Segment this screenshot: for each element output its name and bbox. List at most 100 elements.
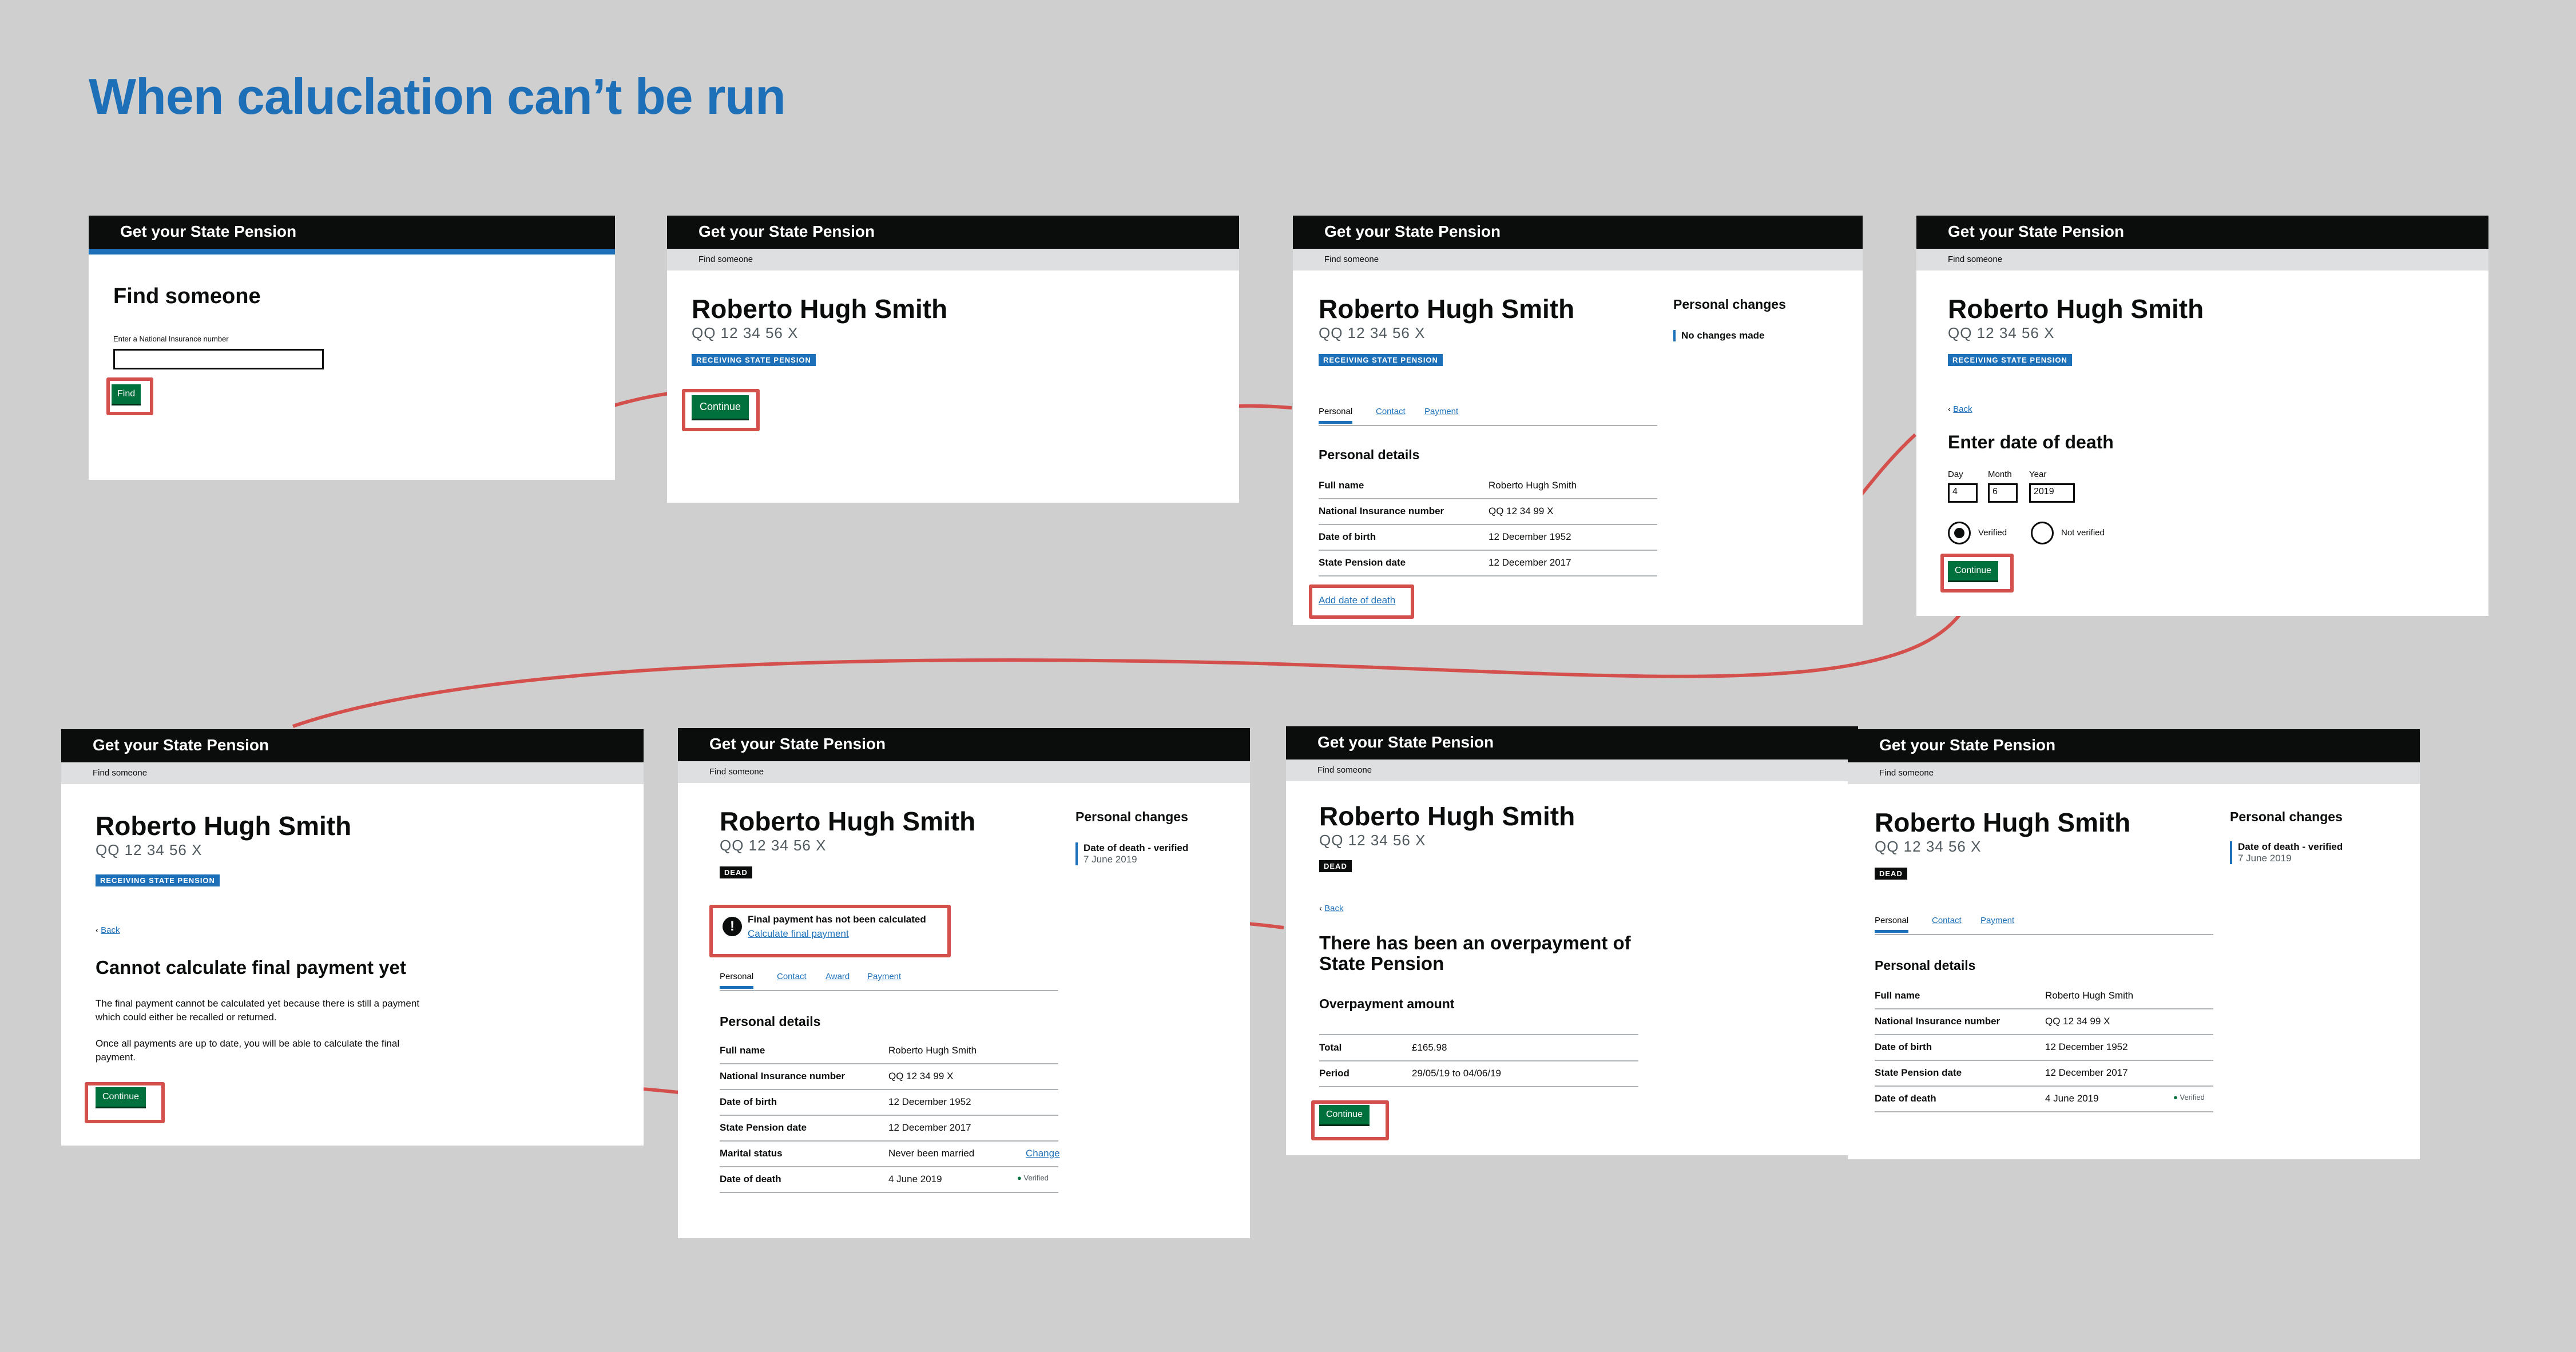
highlight-continue bbox=[682, 389, 760, 431]
breadcrumb: Find someone bbox=[61, 762, 644, 784]
month-input[interactable]: 6 bbox=[1988, 483, 2018, 503]
tab-contact[interactable]: Contact bbox=[1376, 407, 1406, 416]
person-nino: QQ 12 34 56 X bbox=[1319, 832, 1426, 849]
tab-bar: Personal Contact Award Payment bbox=[720, 968, 1058, 991]
highlight-continue bbox=[1311, 1100, 1389, 1140]
changes-timeline: Date of death - verified 7 June 2019 bbox=[2230, 841, 2343, 864]
highlight-warning bbox=[709, 905, 951, 957]
screen-person-overview: Get your State Pension Find someone Robe… bbox=[667, 216, 1239, 503]
status-badge: DEAD bbox=[1319, 860, 1352, 872]
year-input[interactable]: 2019 bbox=[2029, 483, 2075, 503]
person-name: Roberto Hugh Smith bbox=[692, 294, 948, 324]
table-row: State Pension date 12 December 2017 bbox=[720, 1115, 1058, 1142]
para2-line2: payment. bbox=[96, 1052, 136, 1063]
table-row: Date of death 4 June 2019 ● Verified bbox=[720, 1167, 1058, 1193]
highlight-find bbox=[106, 377, 153, 415]
year-label: Year bbox=[2029, 470, 2047, 479]
para2-line1: Once all payments are up to date, you wi… bbox=[96, 1038, 400, 1049]
table-row: Date of birth 12 December 1952 bbox=[720, 1089, 1058, 1116]
tab-payment[interactable]: Payment bbox=[867, 972, 901, 981]
service-header: Get your State Pension bbox=[1293, 216, 1863, 249]
tab-award[interactable]: Award bbox=[825, 972, 850, 981]
tab-contact[interactable]: Contact bbox=[1932, 916, 1962, 925]
screen-overpayment: Get your State Pension Find someone Robe… bbox=[1286, 726, 1858, 1155]
details-heading: Personal details bbox=[720, 1014, 821, 1029]
change-link[interactable]: Change bbox=[1026, 1148, 1060, 1159]
service-header: Get your State Pension bbox=[1848, 729, 2420, 762]
person-name: Roberto Hugh Smith bbox=[720, 806, 976, 836]
check-icon: ● bbox=[2173, 1093, 2178, 1102]
table-row: State Pension date 12 December 2017 bbox=[1319, 550, 1657, 576]
person-nino: QQ 12 34 56 X bbox=[1875, 838, 1982, 855]
details-heading: Personal details bbox=[1875, 958, 1976, 973]
person-nino: QQ 12 34 56 X bbox=[1948, 324, 2055, 341]
para1-line1: The final payment cannot be calculated y… bbox=[96, 998, 420, 1009]
back-link[interactable]: ‹ Back bbox=[1319, 904, 1344, 913]
verified-label: Verified bbox=[1978, 528, 2007, 538]
table-row: National Insurance number QQ 12 34 99 X bbox=[720, 1064, 1058, 1090]
person-nino: QQ 12 34 56 X bbox=[96, 841, 203, 858]
service-header: Get your State Pension bbox=[61, 729, 644, 762]
tab-personal[interactable]: Personal bbox=[720, 972, 754, 989]
table-row: Marital status Never been married Change bbox=[720, 1141, 1060, 1167]
breadcrumb: Find someone bbox=[1916, 249, 2488, 271]
person-name: Roberto Hugh Smith bbox=[1875, 808, 2131, 837]
person-nino: QQ 12 34 56 X bbox=[720, 837, 827, 854]
tab-payment[interactable]: Payment bbox=[1424, 407, 1458, 416]
highlight-add-death bbox=[1309, 584, 1414, 619]
screen-find-someone: Get your State Pension Find someone Ente… bbox=[89, 216, 615, 480]
tab-contact[interactable]: Contact bbox=[777, 972, 807, 981]
changes-heading: Personal changes bbox=[1075, 809, 1188, 824]
breadcrumb: Find someone bbox=[667, 249, 1239, 271]
status-badge: RECEIVING STATE PENSION bbox=[96, 874, 220, 886]
breadcrumb: Find someone bbox=[1848, 762, 2420, 784]
status-badge: DEAD bbox=[1875, 868, 1907, 880]
day-label: Day bbox=[1948, 470, 1963, 479]
not-verified-radio[interactable] bbox=[2031, 522, 2054, 544]
day-input[interactable]: 4 bbox=[1948, 483, 1978, 503]
person-name: Roberto Hugh Smith bbox=[96, 811, 352, 841]
table-row: Period 29/05/19 to 04/06/19 bbox=[1319, 1061, 1638, 1087]
tab-payment[interactable]: Payment bbox=[1980, 916, 2014, 925]
status-badge: RECEIVING STATE PENSION bbox=[1948, 354, 2072, 366]
table-row: Full name Roberto Hugh Smith bbox=[720, 1038, 1058, 1064]
nino-label: Enter a National Insurance number bbox=[113, 335, 229, 343]
find-heading: Find someone bbox=[113, 284, 261, 308]
table-row: Date of birth 12 December 1952 bbox=[1875, 1035, 2213, 1061]
overpayment-heading-line2: State Pension bbox=[1319, 953, 1444, 974]
changes-timeline: Date of death - verified 7 June 2019 bbox=[1075, 842, 1188, 865]
verified-radio[interactable] bbox=[1948, 522, 1971, 544]
person-name: Roberto Hugh Smith bbox=[1319, 294, 1575, 324]
service-header: Get your State Pension bbox=[667, 216, 1239, 249]
table-row: Date of birth 12 December 1952 bbox=[1319, 524, 1657, 551]
screen-final-payment-warning: Get your State Pension Find someone Robe… bbox=[678, 728, 1250, 1238]
table-row: Full name Roberto Hugh Smith bbox=[1875, 983, 2213, 1009]
changes-heading: Personal changes bbox=[2230, 809, 2343, 824]
tab-personal[interactable]: Personal bbox=[1319, 407, 1353, 424]
tab-personal[interactable]: Personal bbox=[1875, 916, 1909, 933]
service-header: Get your State Pension bbox=[1286, 726, 1858, 759]
table-row: National Insurance number QQ 12 34 99 X bbox=[1319, 499, 1657, 525]
check-icon: ● bbox=[1017, 1174, 1022, 1182]
tab-bar: Personal Contact Payment bbox=[1875, 912, 2213, 935]
status-badge: DEAD bbox=[720, 866, 752, 878]
breadcrumb: Find someone bbox=[678, 761, 1250, 783]
table-row: State Pension date 12 December 2017 bbox=[1875, 1060, 2213, 1087]
status-badge: RECEIVING STATE PENSION bbox=[692, 354, 816, 366]
para1-line2: which could either be recalled or return… bbox=[96, 1012, 277, 1023]
person-nino: QQ 12 34 56 X bbox=[692, 324, 799, 341]
death-heading: Enter date of death bbox=[1948, 432, 2114, 452]
nino-input[interactable] bbox=[113, 349, 324, 369]
tab-bar: Personal Contact Payment bbox=[1319, 403, 1657, 426]
overpayment-heading-line1: There has been an overpayment of bbox=[1319, 932, 1631, 953]
back-link[interactable]: ‹ Back bbox=[96, 925, 120, 935]
breadcrumb: Find someone bbox=[1286, 759, 1858, 781]
not-verified-label: Not verified bbox=[2061, 528, 2105, 538]
table-row: National Insurance number QQ 12 34 99 X bbox=[1875, 1009, 2213, 1035]
highlight-continue bbox=[1940, 554, 2014, 593]
month-label: Month bbox=[1988, 470, 2012, 479]
back-link[interactable]: ‹ Back bbox=[1948, 404, 1972, 414]
highlight-continue bbox=[85, 1082, 165, 1123]
service-header: Get your State Pension bbox=[678, 728, 1250, 761]
table-row: Total £165.98 bbox=[1319, 1035, 1638, 1061]
